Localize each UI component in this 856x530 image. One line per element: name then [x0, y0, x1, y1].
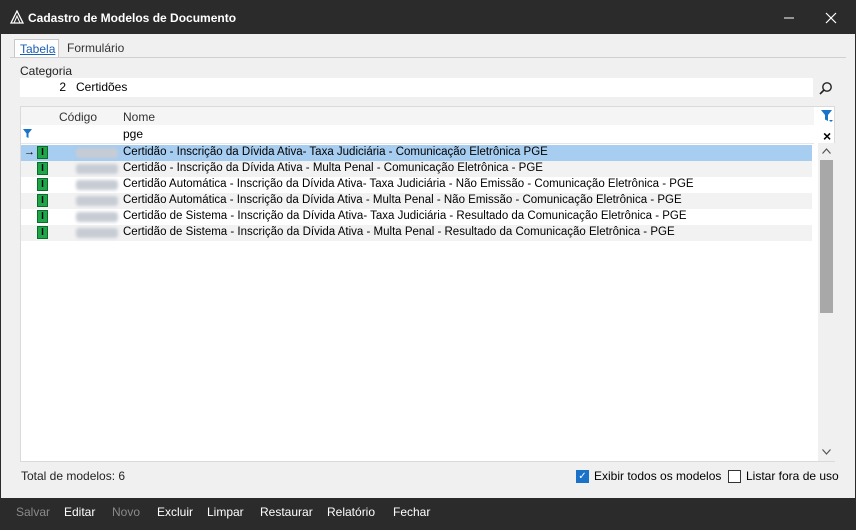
- tab-panel: Categoria 2 Certidões Código Nome pge × …: [10, 57, 846, 493]
- list-unused-label[interactable]: Listar fora de uso: [746, 469, 839, 483]
- total-models-label: Total de modelos: 6: [21, 469, 126, 483]
- table-row[interactable]: I Certidão - Inscrição da Dívida Ativa - …: [21, 161, 812, 177]
- scroll-up-icon[interactable]: [818, 144, 835, 158]
- fechar-button[interactable]: Fechar: [393, 505, 430, 519]
- restaurar-button[interactable]: Restaurar: [260, 505, 313, 519]
- table-row[interactable]: I Certidão Automática - Inscrição da Dívi…: [21, 177, 812, 193]
- blurred-code-cell: [76, 212, 118, 222]
- name-cell: Certidão - Inscrição da Dívida Ativa - M…: [123, 162, 543, 174]
- name-filter-input[interactable]: pge: [123, 127, 143, 141]
- window-title: Cadastro de Modelos de Documento: [28, 11, 237, 25]
- categoria-search-button[interactable]: [816, 79, 836, 97]
- action-toolbar: Salvar Editar Novo Excluir Limpar Restau…: [1, 498, 855, 529]
- scroll-thumb[interactable]: [820, 160, 833, 313]
- models-grid: Código Nome pge × → I Certidão - Inscrição…: [20, 106, 835, 462]
- grid-filter-row: pge: [21, 125, 814, 144]
- filter-icon[interactable]: [821, 110, 833, 123]
- checkbox-unchecked-icon[interactable]: [728, 469, 741, 483]
- name-cell: Certidão Automática - Inscrição da Dívid…: [123, 194, 682, 206]
- editar-button[interactable]: Editar: [64, 505, 95, 519]
- minimize-button[interactable]: [767, 1, 811, 34]
- table-row[interactable]: I Certidão Automática - Inscrição da Dívi…: [21, 193, 812, 209]
- blurred-code-cell: [76, 164, 118, 174]
- salvar-button[interactable]: Salvar: [16, 505, 50, 519]
- status-badge-icon: I: [37, 178, 48, 191]
- scroll-down-icon[interactable]: [818, 445, 835, 459]
- current-row-arrow-icon: →: [24, 146, 35, 158]
- blurred-code-cell: [76, 196, 118, 206]
- categoria-name-field[interactable]: Certidões: [72, 78, 813, 97]
- relatorio-button[interactable]: Relatório: [327, 505, 375, 519]
- list-unused-checkbox[interactable]: Listar fora de uso: [728, 469, 839, 483]
- table-row[interactable]: I Certidão de Sistema - Inscrição da Dívi…: [21, 225, 812, 241]
- column-header-codigo[interactable]: Código: [59, 110, 97, 124]
- status-badge-icon: I: [37, 162, 48, 175]
- excluir-button[interactable]: Excluir: [157, 505, 193, 519]
- status-badge-icon: I: [37, 210, 48, 223]
- name-cell: Certidão de Sistema - Inscrição da Dívid…: [123, 226, 675, 238]
- close-icon: [825, 12, 837, 23]
- column-header-nome[interactable]: Nome: [123, 110, 155, 124]
- minimize-icon: [784, 17, 794, 18]
- status-badge-icon: I: [37, 194, 48, 207]
- vertical-scrollbar[interactable]: [818, 143, 835, 461]
- app-logo-icon: [10, 10, 24, 24]
- title-bar: Cadastro de Modelos de Documento: [1, 1, 855, 34]
- row-filter-icon: [23, 129, 32, 138]
- status-badge-icon: I: [37, 226, 48, 239]
- grid-header: Código Nome: [21, 107, 814, 125]
- blurred-code-cell: [76, 148, 118, 158]
- show-all-label[interactable]: Exibir todos os modelos: [594, 469, 721, 483]
- checkbox-checked-icon[interactable]: ✓: [576, 469, 589, 483]
- novo-button[interactable]: Novo: [112, 505, 140, 519]
- blurred-code-cell: [76, 228, 118, 238]
- name-cell: Certidão - Inscrição da Dívida Ativa- Ta…: [123, 146, 548, 158]
- main-window: Cadastro de Modelos de Documento Tabela …: [0, 0, 856, 530]
- name-cell: Certidão Automática - Inscrição da Dívid…: [123, 178, 694, 190]
- table-row[interactable]: I Certidão de Sistema - Inscrição da Dívi…: [21, 209, 812, 225]
- search-icon: [819, 82, 832, 95]
- name-cell: Certidão de Sistema - Inscrição da Dívid…: [123, 210, 687, 222]
- tab-formulario[interactable]: Formulário: [62, 39, 129, 57]
- blurred-code-cell: [76, 180, 118, 190]
- categoria-label: Categoria: [20, 64, 73, 78]
- status-badge-icon: I: [37, 146, 48, 159]
- tab-tabela[interactable]: Tabela: [14, 39, 59, 57]
- limpar-button[interactable]: Limpar: [207, 505, 244, 519]
- show-all-checkbox[interactable]: ✓ Exibir todos os modelos: [576, 469, 721, 483]
- close-window-button[interactable]: [809, 1, 853, 34]
- clear-filter-icon[interactable]: ×: [823, 128, 831, 144]
- table-row[interactable]: → I Certidão - Inscrição da Dívida Ativa- …: [21, 145, 812, 161]
- categoria-code-field[interactable]: 2: [20, 78, 72, 97]
